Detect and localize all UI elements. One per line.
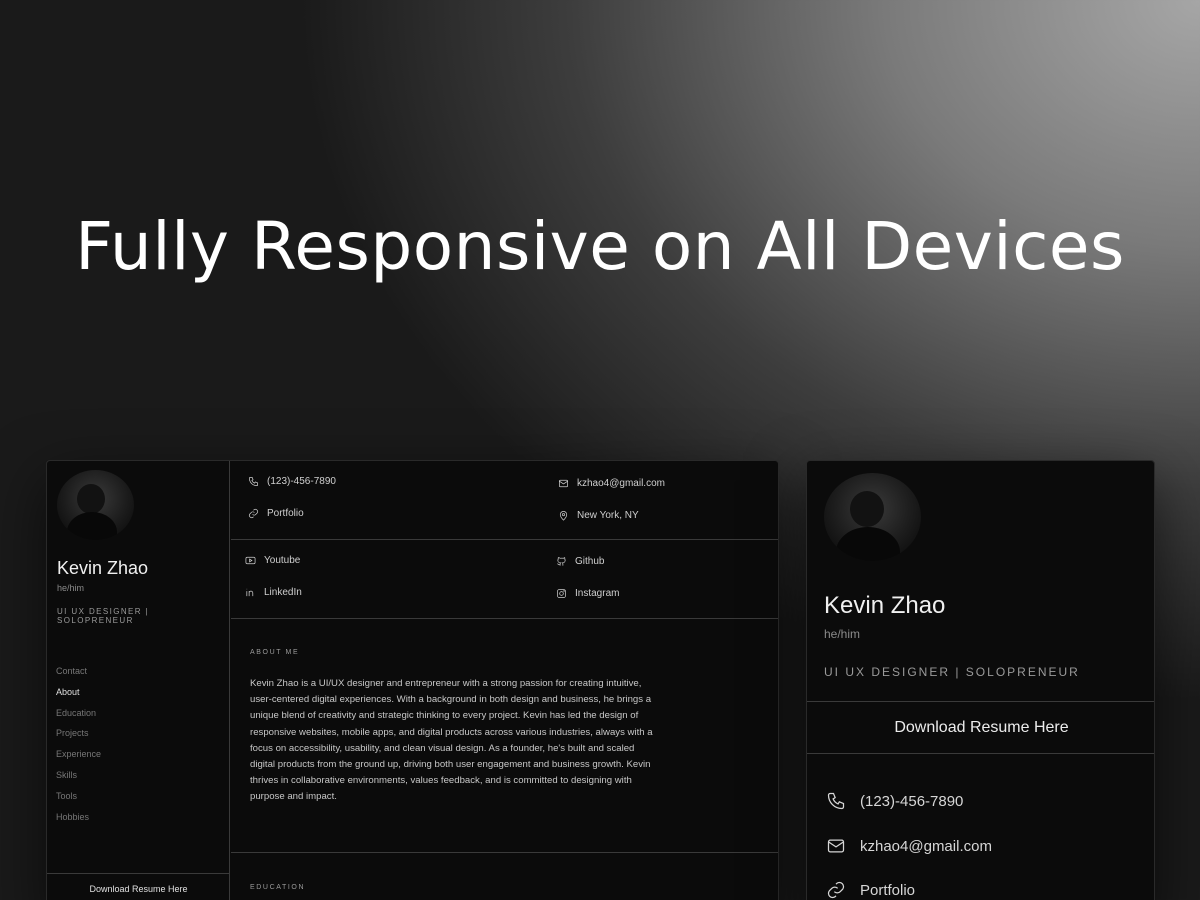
social-youtube[interactable]: Youtube	[245, 555, 300, 566]
contact-email[interactable]: kzhao4@gmail.com	[826, 836, 992, 856]
social-instagram[interactable]: Instagram	[556, 588, 619, 599]
sidebar: Kevin Zhao he/him UI UX DESIGNER | SOLOP…	[47, 461, 230, 900]
contact-portfolio[interactable]: Portfolio	[826, 880, 915, 900]
contact-phone[interactable]: (123)-456-7890	[248, 476, 336, 487]
sidebar-nav: Contact About Education Projects Experie…	[56, 665, 101, 831]
avatar	[57, 470, 134, 540]
contact-row: (123)-456-7890 kzhao4@gmail.com Portfoli…	[231, 461, 778, 540]
profile-name: Kevin Zhao	[824, 592, 946, 619]
nav-item-experience[interactable]: Experience	[56, 748, 101, 769]
nav-item-education[interactable]: Education	[56, 707, 101, 728]
profile-role: UI UX DESIGNER | SOLOPRENEUR	[824, 665, 1080, 679]
link-icon	[827, 881, 845, 899]
profile-name: Kevin Zhao	[57, 558, 149, 578]
social-github[interactable]: Github	[556, 556, 604, 567]
education-title: EDUCATION	[250, 884, 306, 891]
about-title: ABOUT ME	[250, 649, 300, 656]
nav-item-projects[interactable]: Projects	[56, 727, 101, 748]
download-resume-button[interactable]: Download Resume Here	[807, 701, 1154, 754]
github-icon	[557, 557, 566, 566]
contact-portfolio[interactable]: Portfolio	[248, 508, 304, 519]
instagram-icon	[557, 589, 566, 598]
nav-item-tools[interactable]: Tools	[56, 790, 101, 811]
desktop-preview: Kevin Zhao he/him UI UX DESIGNER | SOLOP…	[46, 460, 779, 900]
link-icon	[249, 509, 258, 518]
headline: Fully Responsive on All Devices	[75, 208, 1125, 285]
mail-icon	[827, 839, 845, 853]
nav-item-contact[interactable]: Contact	[56, 665, 101, 686]
avatar	[824, 473, 921, 561]
map-pin-icon	[559, 511, 568, 521]
contact-phone[interactable]: (123)-456-7890	[826, 791, 963, 811]
profile-pronouns: he/him	[824, 627, 861, 641]
profile-pronouns: he/him	[57, 583, 85, 593]
nav-item-hobbies[interactable]: Hobbies	[56, 811, 101, 832]
social-row: Youtube Github LinkedIn Instagram	[231, 540, 778, 619]
social-linkedin[interactable]: LinkedIn	[245, 587, 302, 598]
phone-icon	[827, 792, 845, 810]
contact-location: New York, NY	[558, 510, 639, 521]
phone-icon	[249, 477, 258, 486]
profile-role: UI UX DESIGNER | SOLOPRENEUR	[57, 607, 150, 625]
about-section: ABOUT ME Kevin Zhao is a UI/UX designer …	[231, 619, 778, 853]
mail-icon	[559, 479, 568, 488]
nav-item-about[interactable]: About	[56, 686, 101, 707]
nav-item-skills[interactable]: Skills	[56, 769, 101, 790]
download-resume-button[interactable]: Download Resume Here	[47, 873, 230, 900]
mobile-preview: Kevin Zhao he/him UI UX DESIGNER | SOLOP…	[806, 460, 1155, 900]
linkedin-icon	[246, 588, 254, 597]
contact-email[interactable]: kzhao4@gmail.com	[558, 478, 665, 489]
about-text: Kevin Zhao is a UI/UX designer and entre…	[250, 678, 653, 803]
main-content: (123)-456-7890 kzhao4@gmail.com Portfoli…	[231, 461, 778, 900]
youtube-icon	[245, 556, 256, 565]
